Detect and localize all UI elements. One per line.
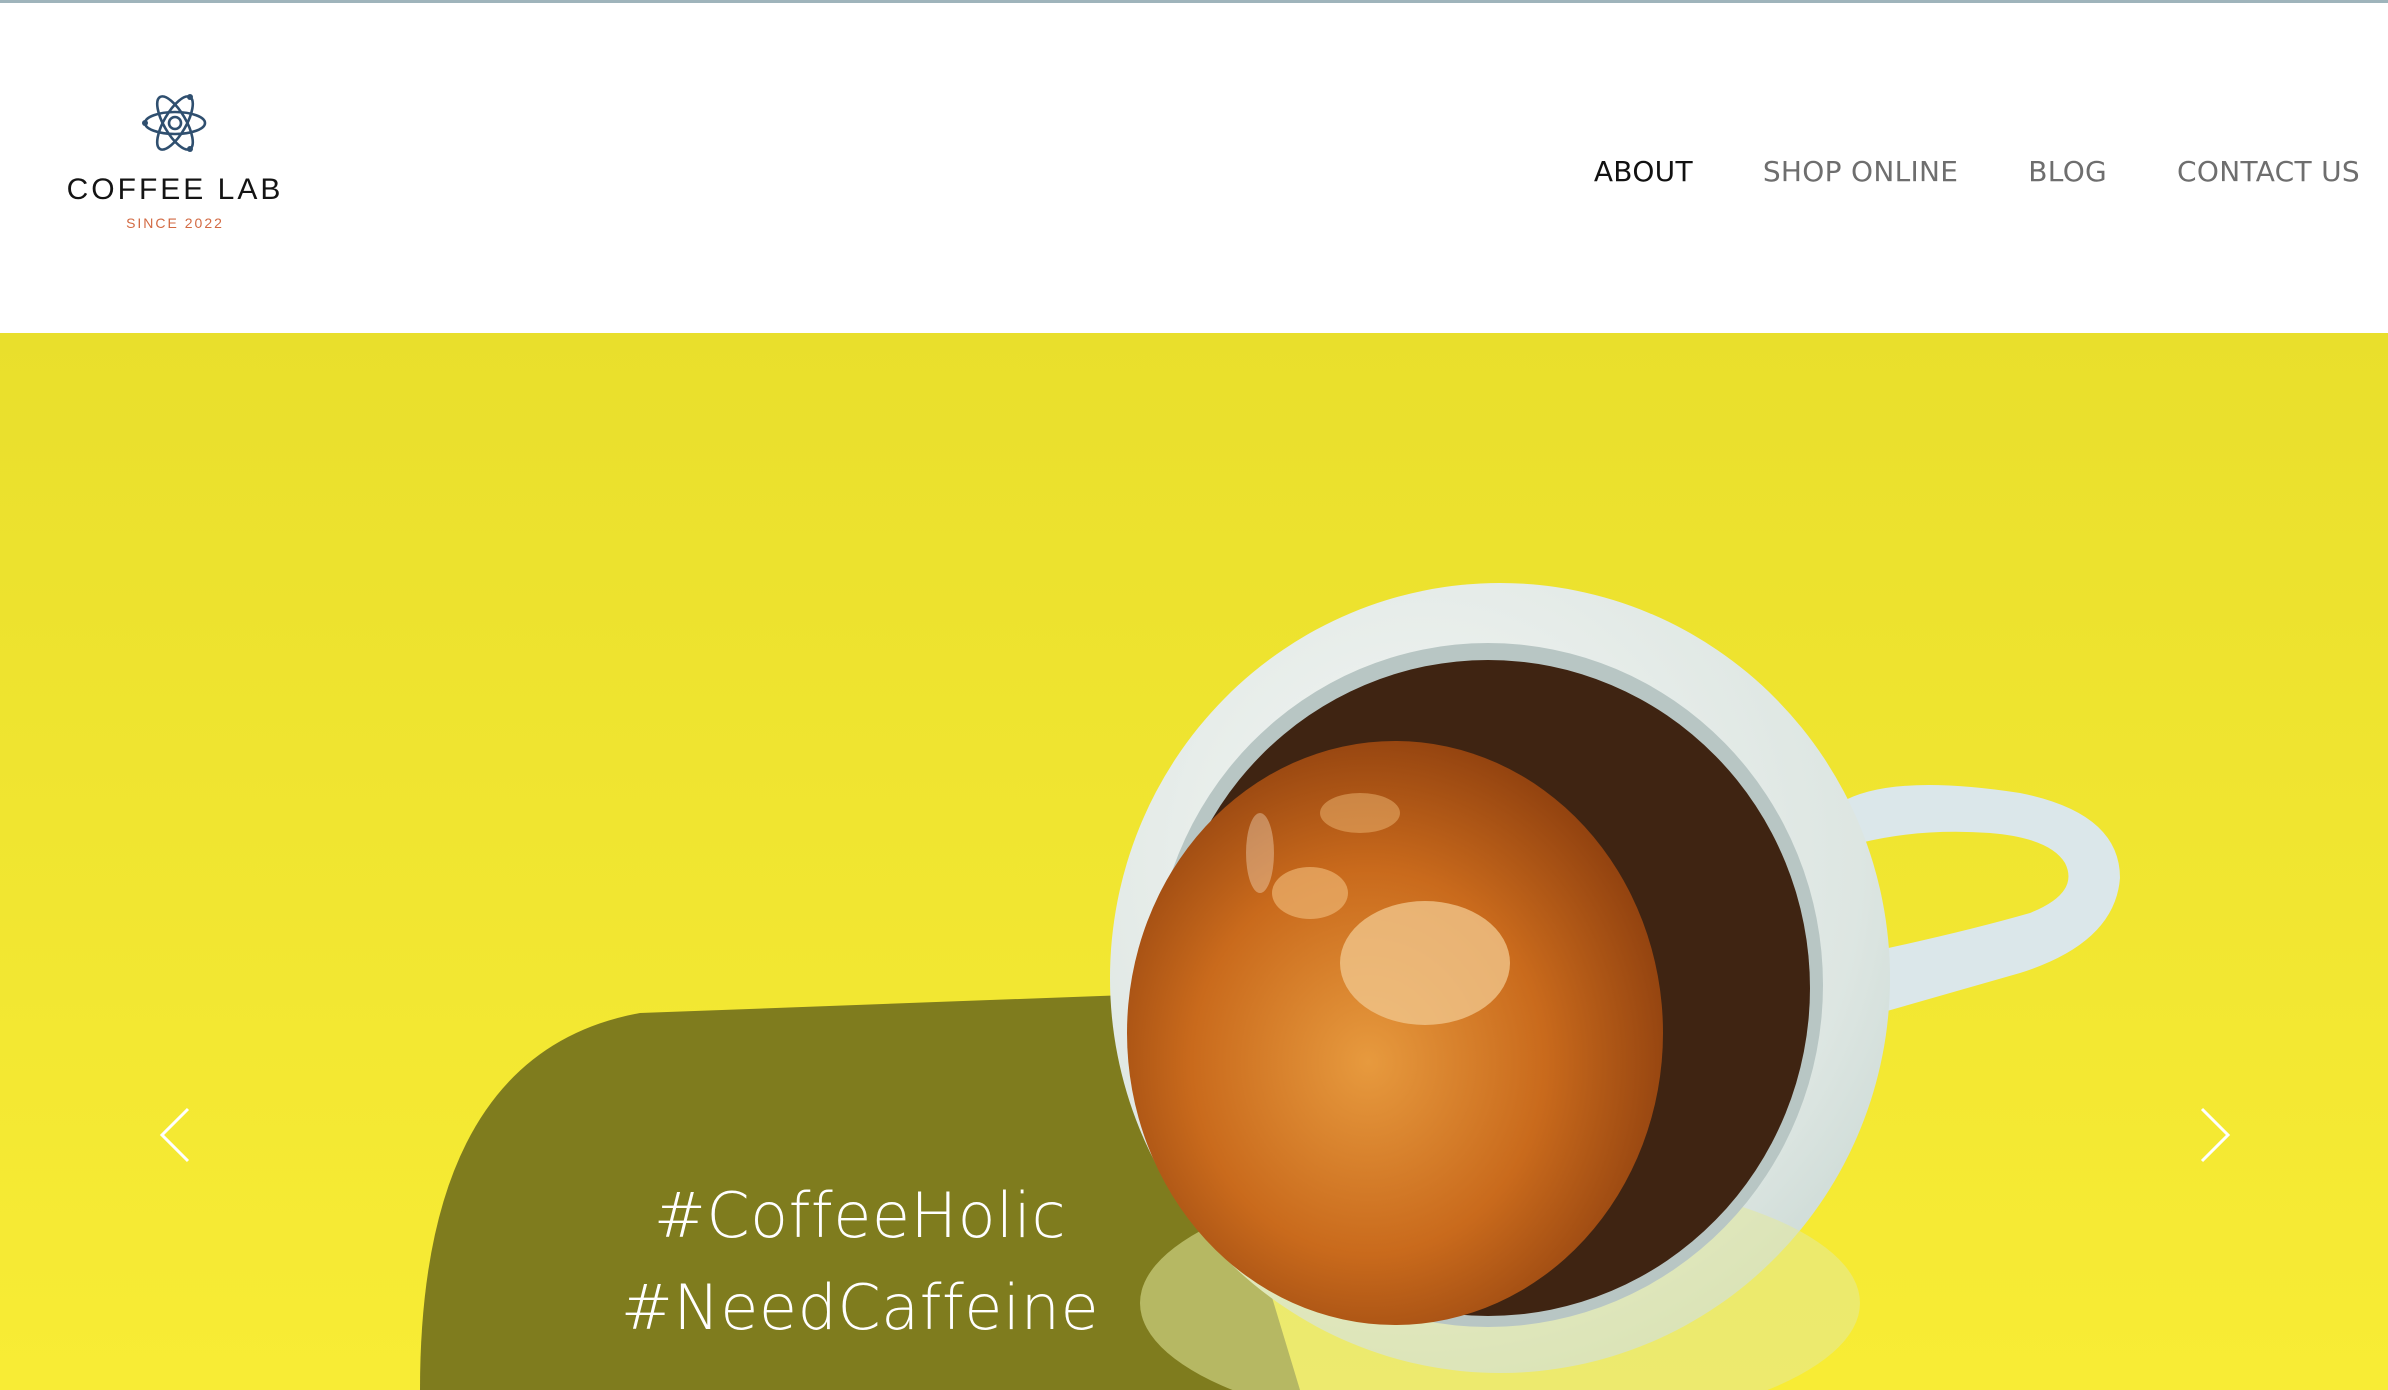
hero-caption: #CoffeeHolic #NeedCaffeine	[560, 1170, 1160, 1354]
slider-prev-button[interactable]	[145, 1095, 205, 1175]
hero-image	[0, 333, 2388, 1390]
caption-line-1: #CoffeeHolic	[653, 1179, 1067, 1252]
nav-item-about[interactable]: ABOUT	[1594, 155, 1693, 188]
caption-line-2: #NeedCaffeine	[620, 1271, 1100, 1344]
nav-item-shop-online[interactable]: SHOP ONLINE	[1763, 155, 1958, 188]
chevron-left-icon	[159, 1107, 190, 1163]
site-header: COFFEE LAB SINCE 2022 ABOUT SHOP ONLINE …	[0, 3, 2388, 333]
nav-item-contact-us[interactable]: CONTACT US	[2177, 155, 2360, 188]
slider-next-button[interactable]	[2185, 1095, 2245, 1175]
hero-slider: #CoffeeHolic #NeedCaffeine	[0, 333, 2388, 1390]
main-nav: ABOUT SHOP ONLINE BLOG CONTACT US	[1594, 151, 2360, 191]
logo[interactable]: COFFEE LAB SINCE 2022	[60, 87, 290, 247]
chevron-right-icon	[2200, 1107, 2231, 1163]
brand-tagline: SINCE 2022	[126, 215, 224, 231]
nav-item-blog[interactable]: BLOG	[2028, 155, 2107, 188]
atom-icon	[142, 94, 207, 152]
brand-name: COFFEE LAB	[66, 173, 284, 206]
